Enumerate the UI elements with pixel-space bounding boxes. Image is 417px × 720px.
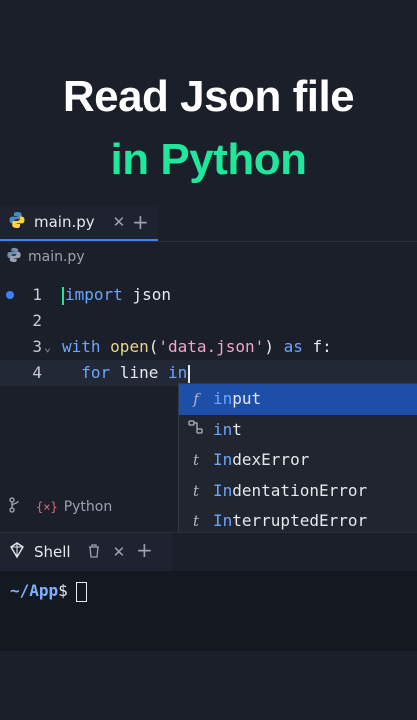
bottom-area bbox=[0, 651, 417, 720]
editor-tabbar: main.py ✕ + bbox=[0, 205, 417, 242]
python-file-icon bbox=[8, 211, 26, 233]
trash-icon[interactable] bbox=[87, 543, 101, 562]
autocomplete-item[interactable]: t IndentationError bbox=[179, 476, 417, 507]
type-icon: t bbox=[192, 451, 200, 469]
type-icon: t bbox=[192, 481, 200, 500]
git-branch-icon[interactable] bbox=[8, 497, 22, 517]
shell-tabbar: Shell ✕ + bbox=[0, 532, 417, 571]
line-number: 4 bbox=[32, 363, 42, 382]
headline-subtitle: in Python bbox=[110, 135, 307, 184]
line-number: 1 bbox=[32, 285, 42, 304]
autocomplete-item[interactable]: int bbox=[179, 415, 417, 446]
line-number: 2 bbox=[32, 311, 42, 330]
braces-icon: {×} bbox=[36, 500, 58, 514]
code-line: 3 ⌄ with open('data.json') as f: bbox=[0, 334, 417, 360]
code-editor[interactable]: 1 import json 2 3 ⌄ with open('data.json… bbox=[0, 282, 417, 386]
tab-label: Shell bbox=[34, 543, 71, 561]
terminal[interactable]: ~/App$ bbox=[0, 571, 417, 651]
breadcrumb[interactable]: main.py bbox=[6, 247, 85, 267]
class-icon bbox=[179, 415, 213, 446]
breakpoint-dot-icon[interactable] bbox=[6, 291, 14, 299]
fold-chevron-icon[interactable]: ⌄ bbox=[44, 334, 51, 360]
language-label: Python bbox=[63, 499, 113, 515]
function-icon: f bbox=[193, 390, 199, 408]
add-tab-icon[interactable]: + bbox=[136, 538, 153, 562]
headline-title: Read Json file bbox=[62, 72, 355, 121]
prompt-symbol: $ bbox=[58, 581, 68, 600]
add-tab-icon[interactable]: + bbox=[132, 210, 149, 234]
autocomplete-popup: f input int t IndexError t IndentationEr… bbox=[178, 383, 417, 557]
autocomplete-item[interactable]: f input bbox=[179, 384, 417, 415]
code-line: 1 import json bbox=[0, 282, 417, 308]
line-number: 3 bbox=[32, 337, 42, 356]
prompt-path: ~/App bbox=[10, 581, 59, 600]
tab-label: main.py bbox=[34, 213, 95, 231]
terminal-cursor bbox=[75, 581, 87, 602]
code-line: 2 bbox=[0, 308, 417, 334]
close-icon[interactable]: ✕ bbox=[113, 543, 126, 561]
shell-icon bbox=[8, 541, 26, 563]
status-bar: {×} Python bbox=[0, 490, 178, 524]
python-file-icon bbox=[6, 247, 22, 267]
language-indicator[interactable]: {×} Python bbox=[36, 499, 112, 515]
breadcrumb-file: main.py bbox=[28, 249, 85, 265]
close-icon[interactable]: ✕ bbox=[113, 213, 126, 231]
autocomplete-item[interactable]: t IndexError bbox=[179, 445, 417, 476]
text-cursor bbox=[188, 364, 191, 383]
